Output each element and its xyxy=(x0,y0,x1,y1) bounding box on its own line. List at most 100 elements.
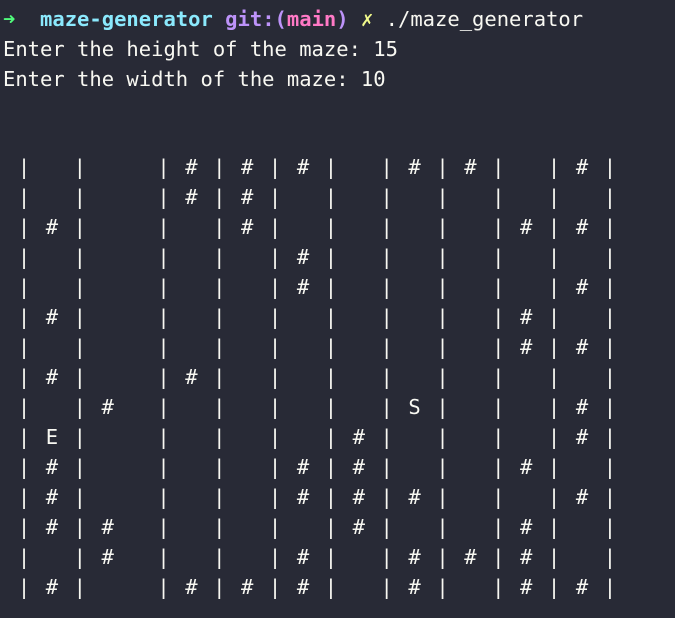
maze-wall-bar: | xyxy=(268,575,282,599)
maze-wall-bar: | xyxy=(268,515,282,539)
maze-block: # xyxy=(352,485,365,509)
maze-wall-bar: | xyxy=(157,425,170,449)
maze-wall-bar: | xyxy=(157,395,170,419)
maze-wall-bar: | xyxy=(268,245,282,269)
maze-block: # xyxy=(241,155,254,179)
maze-wall-bar: | xyxy=(436,575,449,599)
maze-wall-bar: | xyxy=(73,425,86,449)
maze-wall-bar: | xyxy=(157,545,170,569)
maze-wall-bar: | xyxy=(436,515,449,539)
maze-wall-bar: | xyxy=(547,455,561,479)
git-branch: main xyxy=(286,7,337,31)
maze-wall-bar: | xyxy=(213,275,226,299)
maze-wall-bar: | xyxy=(492,275,505,299)
maze-wall-bar: | xyxy=(17,305,31,329)
maze-block: # xyxy=(101,395,114,419)
maze-wall-bar: | xyxy=(73,485,86,509)
maze-block: # xyxy=(296,545,310,569)
maze-wall-bar: | xyxy=(213,575,226,599)
maze-wall-bar: | xyxy=(268,485,282,509)
maze-wall-bar: | xyxy=(603,275,617,299)
maze-start: S xyxy=(408,395,421,419)
maze-wall-bar: | xyxy=(436,425,449,449)
maze-block: # xyxy=(45,215,59,239)
maze-wall-bar: | xyxy=(73,305,86,329)
maze-wall-bar: | xyxy=(436,275,449,299)
maze-wall-bar: | xyxy=(492,215,505,239)
maze-block: # xyxy=(520,575,533,599)
maze-block: # xyxy=(575,275,589,299)
maze-wall-bar: | xyxy=(436,245,449,269)
maze-wall-bar: | xyxy=(492,365,505,389)
maze-wall-bar: | xyxy=(603,455,617,479)
maze-wall-bar: | xyxy=(73,545,86,569)
maze-block: # xyxy=(101,515,114,539)
maze-wall-bar: | xyxy=(17,455,31,479)
maze-wall-bar: | xyxy=(17,155,31,179)
maze-wall-bar: | xyxy=(324,305,338,329)
maze-wall-bar: | xyxy=(73,455,86,479)
maze-wall-bar: | xyxy=(17,425,31,449)
maze-wall-bar: | xyxy=(213,455,226,479)
maze-wall-bar: | xyxy=(73,215,86,239)
maze-block: # xyxy=(101,545,114,569)
width-prompt: Enter the width of the maze: 10 xyxy=(3,67,386,91)
maze-wall-bar: | xyxy=(547,485,561,509)
maze-wall-bar: | xyxy=(213,365,226,389)
maze-wall-bar: | xyxy=(492,335,505,359)
maze-wall-bar: | xyxy=(380,215,393,239)
maze-wall-bar: | xyxy=(268,545,282,569)
maze-wall-bar: | xyxy=(603,425,617,449)
maze-block: # xyxy=(464,155,477,179)
command-text: ./maze_generator xyxy=(385,7,584,31)
maze-block: # xyxy=(45,515,59,539)
maze-wall-bar: | xyxy=(157,335,170,359)
maze-block: # xyxy=(296,245,310,269)
prompt-arrow-icon: ➜ xyxy=(3,7,16,31)
maze-wall-bar: | xyxy=(213,245,226,269)
maze-wall-bar: | xyxy=(268,185,282,209)
maze-wall-bar: | xyxy=(603,395,617,419)
maze-wall-bar: | xyxy=(547,515,561,539)
maze-wall-bar: | xyxy=(547,245,561,269)
terminal-window: ➜ maze-generator git:(main) ✗ ./maze_gen… xyxy=(0,0,675,618)
maze-wall-bar: | xyxy=(213,425,226,449)
maze-wall-bar: | xyxy=(17,545,31,569)
maze-wall-bar: | xyxy=(213,395,226,419)
maze-wall-bar: | xyxy=(492,455,505,479)
maze-wall-bar: | xyxy=(324,215,338,239)
maze-block: # xyxy=(45,455,59,479)
maze-block: # xyxy=(520,455,533,479)
maze-block: # xyxy=(296,455,310,479)
maze-wall-bar: | xyxy=(324,395,338,419)
maze-wall-bar: | xyxy=(436,185,449,209)
maze-wall-bar: | xyxy=(73,365,86,389)
git-label: git:( xyxy=(225,7,287,31)
maze-wall-bar: | xyxy=(157,365,170,389)
maze-wall-bar: | xyxy=(73,515,86,539)
maze-wall-bar: | xyxy=(73,575,86,599)
maze-wall-bar: | xyxy=(603,575,617,599)
prompt-line: ➜ maze-generator git:(main) ✗ ./maze_gen… xyxy=(3,4,583,34)
maze-block: # xyxy=(575,395,589,419)
maze-wall-bar: | xyxy=(380,305,393,329)
maze-wall-bar: | xyxy=(157,455,170,479)
maze-wall-bar: | xyxy=(213,215,226,239)
maze-block: # xyxy=(45,365,59,389)
maze-wall-bar: | xyxy=(213,335,226,359)
maze-block: # xyxy=(575,575,589,599)
maze-wall-bar: | xyxy=(213,485,226,509)
maze-block: # xyxy=(185,155,198,179)
maze-wall-bar: | xyxy=(324,155,338,179)
maze-block: # xyxy=(575,335,589,359)
maze-wall-bar: | xyxy=(603,305,617,329)
maze-wall-bar: | xyxy=(436,365,449,389)
maze-block: # xyxy=(352,425,365,449)
maze-wall-bar: | xyxy=(603,245,617,269)
maze-wall-bar: | xyxy=(380,185,393,209)
maze-wall-bar: | xyxy=(213,515,226,539)
maze-wall-bar: | xyxy=(268,215,282,239)
maze-wall-bar: | xyxy=(603,335,617,359)
maze-wall-bar: | xyxy=(603,215,617,239)
maze-wall-bar: | xyxy=(547,155,561,179)
